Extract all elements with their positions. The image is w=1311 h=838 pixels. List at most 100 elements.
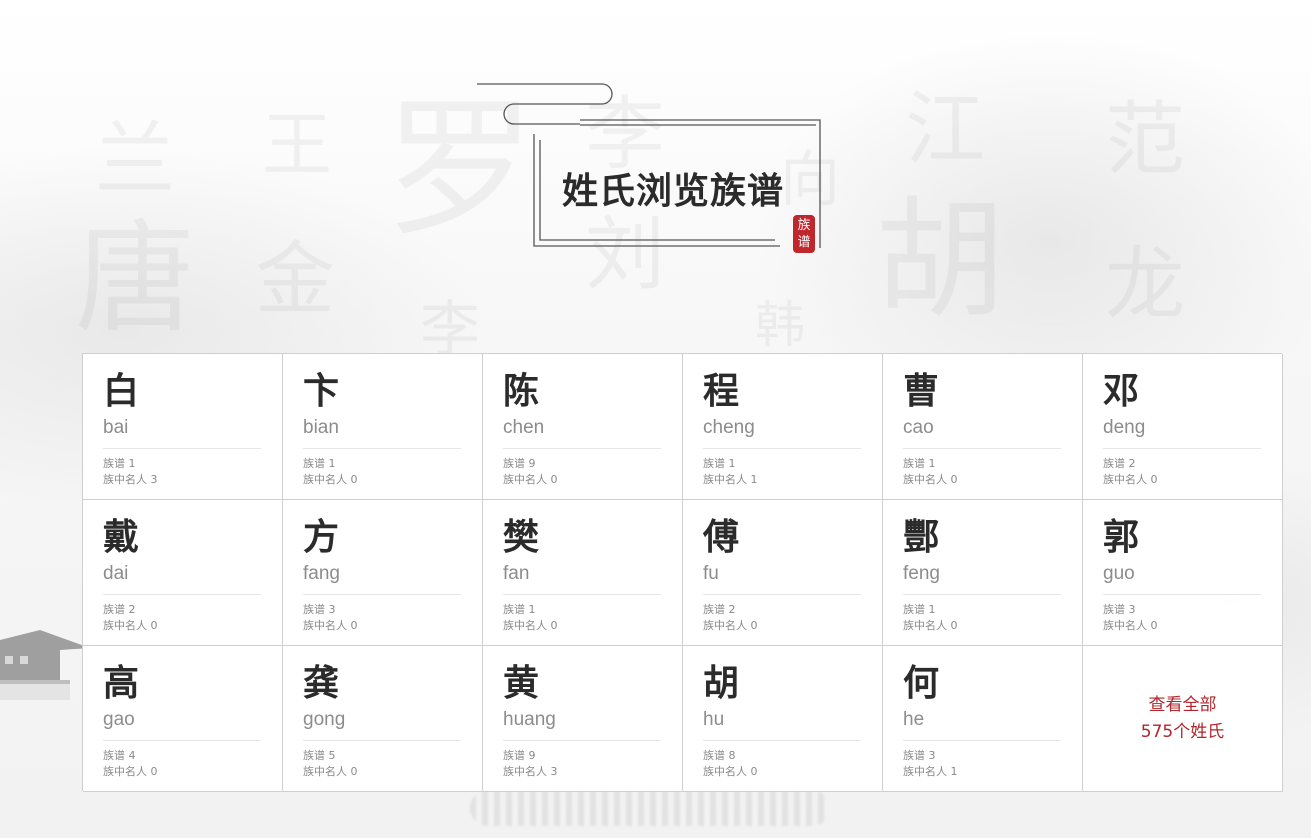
card-divider: [1103, 594, 1261, 595]
water-reflection: [470, 790, 830, 826]
surname-character: 胡: [703, 663, 740, 704]
surname-card-fu[interactable]: 傅 fu 族谱 2 族中名人 0: [683, 500, 883, 646]
zupu-count: 族谱 1: [903, 603, 936, 616]
card-divider: [903, 594, 1061, 595]
zupu-count: 族谱 4: [103, 749, 136, 762]
surname-card-guo[interactable]: 郭 guo 族谱 3 族中名人 0: [1083, 500, 1283, 646]
surname-character: 邓: [1103, 371, 1140, 412]
mingren-count: 族中名人 0: [1103, 473, 1158, 486]
surname-pinyin: chen: [503, 417, 545, 438]
surname-pinyin: guo: [1103, 563, 1135, 584]
surname-card-deng[interactable]: 邓 deng 族谱 2 族中名人 0: [1083, 354, 1283, 500]
surname-pinyin: gong: [303, 709, 346, 730]
mingren-count: 族中名人 3: [103, 473, 158, 486]
zupu-count: 族谱 2: [1103, 457, 1136, 470]
surname-character: 卞: [303, 371, 340, 412]
card-meta: 族谱 9 族中名人 3: [503, 748, 662, 780]
surname-character: 戴: [103, 517, 140, 558]
mingren-count: 族中名人 1: [703, 473, 758, 486]
surname-card-hu[interactable]: 胡 hu 族谱 8 族中名人 0: [683, 646, 883, 792]
mingren-count: 族中名人 0: [303, 619, 358, 632]
card-meta: 族谱 2 族中名人 0: [1103, 456, 1262, 488]
card-divider: [303, 594, 461, 595]
view-all-surnames-link[interactable]: 查看全部 575个姓氏: [1083, 646, 1283, 792]
surname-card-bai[interactable]: 白 bai 族谱 1 族中名人 3: [83, 354, 283, 500]
zupu-count: 族谱 9: [503, 457, 536, 470]
zupu-count: 族谱 2: [703, 603, 736, 616]
card-divider: [303, 740, 461, 741]
bg-char: 王: [262, 104, 332, 186]
zupu-count: 族谱 3: [1103, 603, 1136, 616]
surname-character: 陈: [503, 371, 540, 412]
surname-pinyin: dai: [103, 563, 129, 584]
mingren-count: 族中名人 0: [303, 765, 358, 778]
surname-card-chen[interactable]: 陈 chen 族谱 9 族中名人 0: [483, 354, 683, 500]
bg-char: 李: [420, 295, 480, 365]
card-meta: 族谱 3 族中名人 1: [903, 748, 1062, 780]
card-meta: 族谱 1 族中名人 0: [303, 456, 462, 488]
surname-character: 郭: [1103, 517, 1140, 558]
card-meta: 族谱 1 族中名人 3: [103, 456, 262, 488]
mingren-count: 族中名人 0: [303, 473, 358, 486]
mingren-count: 族中名人 0: [503, 473, 558, 486]
surname-character: 程: [703, 371, 740, 412]
surname-pinyin: cheng: [703, 417, 755, 438]
surname-card-cheng[interactable]: 程 cheng 族谱 1 族中名人 1: [683, 354, 883, 500]
bg-char: 金: [255, 233, 335, 326]
card-meta: 族谱 4 族中名人 0: [103, 748, 262, 780]
card-divider: [303, 448, 461, 449]
card-divider: [103, 448, 261, 449]
surname-pinyin: bian: [303, 417, 339, 438]
surname-total-label: 575个姓氏: [1140, 721, 1225, 742]
surname-pinyin: fang: [303, 563, 340, 584]
card-divider: [503, 594, 661, 595]
card-meta: 族谱 1 族中名人 0: [903, 456, 1062, 488]
card-meta: 族谱 2 族中名人 0: [703, 602, 862, 634]
surname-character: 酆: [903, 517, 940, 558]
zupu-count: 族谱 2: [103, 603, 136, 616]
card-meta: 族谱 5 族中名人 0: [303, 748, 462, 780]
card-divider: [503, 448, 661, 449]
card-meta: 族谱 8 族中名人 0: [703, 748, 862, 780]
surname-pinyin: hu: [703, 709, 725, 730]
mingren-count: 族中名人 0: [503, 619, 558, 632]
surname-grid: 白 bai 族谱 1 族中名人 3 卞 bian 族谱 1 族中名人 0 陈 c…: [82, 353, 1283, 792]
surname-pinyin: he: [903, 709, 925, 730]
bg-char: 龙: [1105, 238, 1185, 331]
seal-stamp: 族谱: [793, 215, 815, 253]
card-meta: 族谱 2 族中名人 0: [103, 602, 262, 634]
card-divider: [503, 740, 661, 741]
surname-card-dai[interactable]: 戴 dai 族谱 2 族中名人 0: [83, 500, 283, 646]
surname-character: 方: [303, 517, 340, 558]
surname-card-feng[interactable]: 酆 feng 族谱 1 族中名人 0: [883, 500, 1083, 646]
surname-pinyin: bai: [103, 417, 129, 438]
card-meta: 族谱 3 族中名人 0: [303, 602, 462, 634]
surname-card-fan[interactable]: 樊 fan 族谱 1 族中名人 0: [483, 500, 683, 646]
surname-character: 高: [103, 663, 140, 704]
card-divider: [903, 740, 1061, 741]
surname-card-gao[interactable]: 高 gao 族谱 4 族中名人 0: [83, 646, 283, 792]
bg-char: 范: [1105, 93, 1185, 186]
mingren-count: 族中名人 0: [703, 765, 758, 778]
mingren-count: 族中名人 0: [903, 473, 958, 486]
card-divider: [103, 594, 261, 595]
surname-card-fang[interactable]: 方 fang 族谱 3 族中名人 0: [283, 500, 483, 646]
surname-card-bian[interactable]: 卞 bian 族谱 1 族中名人 0: [283, 354, 483, 500]
surname-card-he[interactable]: 何 he 族谱 3 族中名人 1: [883, 646, 1083, 792]
card-meta: 族谱 9 族中名人 0: [503, 456, 662, 488]
zupu-count: 族谱 8: [703, 749, 736, 762]
surname-pinyin: fu: [703, 563, 719, 584]
surname-card-gong[interactable]: 龚 gong 族谱 5 族中名人 0: [283, 646, 483, 792]
mingren-count: 族中名人 0: [103, 619, 158, 632]
zupu-count: 族谱 1: [903, 457, 936, 470]
card-divider: [703, 594, 861, 595]
bg-char: 唐: [75, 210, 195, 349]
surname-card-cao[interactable]: 曹 cao 族谱 1 族中名人 0: [883, 354, 1083, 500]
surname-card-huang[interactable]: 黄 huang 族谱 9 族中名人 3: [483, 646, 683, 792]
zupu-count: 族谱 3: [303, 603, 336, 616]
card-meta: 族谱 1 族中名人 1: [703, 456, 862, 488]
mingren-count: 族中名人 0: [703, 619, 758, 632]
title-block: 姓氏浏览族谱 族谱: [470, 78, 840, 268]
mingren-count: 族中名人 0: [903, 619, 958, 632]
zupu-count: 族谱 1: [303, 457, 336, 470]
